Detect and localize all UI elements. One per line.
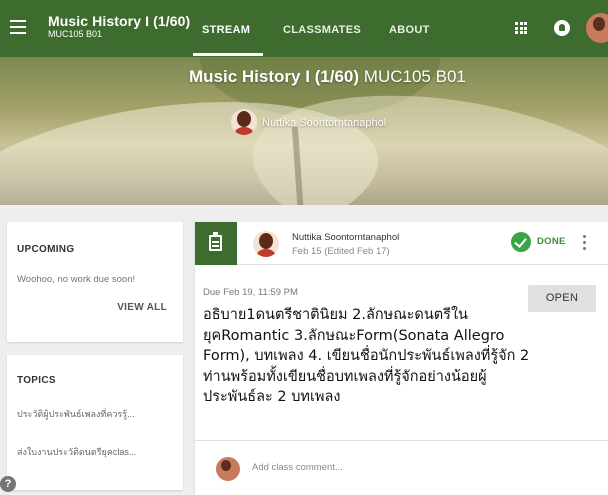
- course-code: MUC105 B01: [48, 29, 103, 39]
- posted-date: Feb 15 (Edited Feb 17): [292, 246, 390, 257]
- topic-item[interactable]: ประวัติผู้ประพันธ์เพลงที่ควรรู้...: [17, 407, 135, 421]
- poster-name: Nuttika Soontorntanaphol: [292, 232, 400, 243]
- banner-title-code: MUC105 B01: [363, 67, 466, 86]
- menu-icon[interactable]: [10, 20, 26, 34]
- upcoming-card: UPCOMING Woohoo, no work due soon! VIEW …: [7, 222, 183, 342]
- notifications-icon[interactable]: [554, 20, 570, 36]
- apps-grid-icon[interactable]: [515, 22, 527, 34]
- banner-title: Music History I (1/60) MUC105 B01: [189, 67, 466, 87]
- account-avatar[interactable]: [586, 13, 608, 43]
- view-all-link[interactable]: VIEW ALL: [117, 302, 167, 313]
- teacher-avatar: [231, 109, 257, 135]
- upcoming-message: Woohoo, no work due soon!: [17, 274, 136, 285]
- open-button[interactable]: OPEN: [528, 285, 596, 312]
- teacher-name: Nuttika Soontorntanaphol: [262, 117, 387, 129]
- top-app-bar: Music History I (1/60) MUC105 B01 STREAM…: [0, 0, 608, 57]
- upcoming-heading: UPCOMING: [17, 244, 75, 255]
- due-date: Due Feb 19, 11:59 PM: [203, 287, 298, 298]
- commenter-avatar: [216, 457, 240, 481]
- tab-classmates[interactable]: CLASSMATES: [283, 24, 361, 36]
- tab-stream[interactable]: STREAM: [202, 24, 250, 36]
- comment-row: Add class comment...: [195, 440, 608, 495]
- course-title[interactable]: Music History I (1/60): [48, 13, 190, 29]
- topic-item[interactable]: ส่งใบงานประวัติดนตรียุคclas...: [17, 445, 136, 459]
- class-comment-input[interactable]: Add class comment...: [252, 462, 343, 473]
- class-banner: Music History I (1/60) MUC105 B01 Nuttik…: [0, 57, 608, 205]
- more-options-icon[interactable]: [583, 235, 587, 251]
- assignment-type-icon: [195, 222, 237, 265]
- banner-title-main: Music History I (1/60): [189, 67, 360, 86]
- done-check-icon: [511, 232, 531, 252]
- help-icon[interactable]: ?: [0, 476, 16, 492]
- topics-heading: TOPICS: [17, 375, 56, 386]
- assignment-description: อธิบาย1ดนตรีชาตินิยม 2.ลักษณะดนตรีในยุคR…: [203, 307, 530, 405]
- tab-about[interactable]: ABOUT: [389, 24, 430, 36]
- status-badge: DONE: [537, 236, 566, 247]
- active-tab-indicator: [193, 53, 263, 56]
- topics-card: TOPICS ประวัติผู้ประพันธ์เพลงที่ควรรู้..…: [7, 355, 183, 490]
- poster-avatar: [253, 231, 279, 257]
- assignment-card: Nuttika Soontorntanaphol Feb 15 (Edited …: [195, 222, 608, 495]
